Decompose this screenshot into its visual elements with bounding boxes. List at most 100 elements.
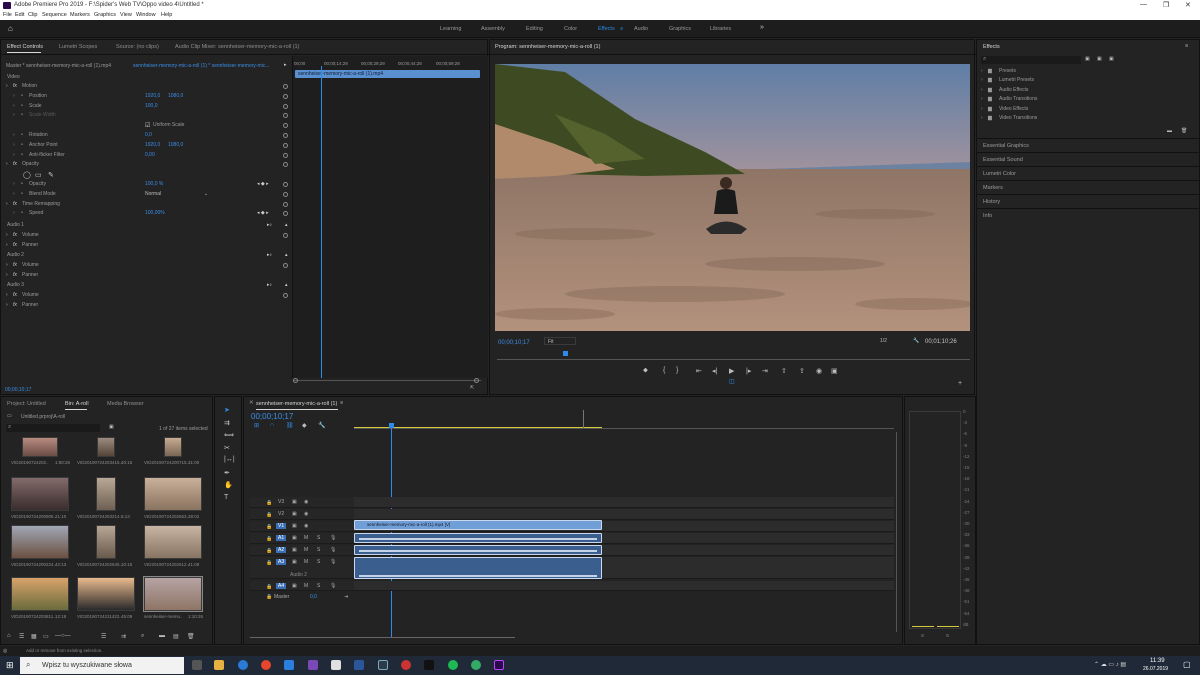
menu-window[interactable]: Window <box>136 12 156 18</box>
effect-controls-playhead[interactable] <box>321 66 322 378</box>
expand-toggle-icon[interactable]: › <box>13 93 15 99</box>
effect-controls-timecode[interactable]: 00;00;10;17 <box>5 387 31 393</box>
collapse-icon[interactable]: ▴ <box>285 222 288 228</box>
program-timecode[interactable]: 00;00;10;17 <box>498 340 530 346</box>
fit-dropdown[interactable]: Fit <box>544 337 576 345</box>
track-select-icon[interactable]: ⇉ <box>224 419 230 427</box>
expand-toggle-icon[interactable]: › <box>13 181 15 187</box>
file-explorer-icon[interactable] <box>214 660 224 670</box>
mark-out-icon[interactable]: } <box>676 367 678 374</box>
track-lane[interactable] <box>354 497 894 508</box>
property-value[interactable]: 100,0 % <box>145 181 163 187</box>
accelerated-effects-icon[interactable]: ▣ <box>1085 56 1090 62</box>
effects-menu-icon[interactable]: ≡ <box>1185 43 1188 49</box>
track-lock-icon[interactable]: 🔒 <box>266 536 272 542</box>
bin-thumbnail[interactable] <box>144 525 202 559</box>
expand-toggle-icon[interactable]: › <box>13 191 15 197</box>
timeline-close-icon[interactable]: ✕ <box>249 400 254 406</box>
tray-icons[interactable]: ⌃ ☁ ▭ ♪ ▤ <box>1094 661 1126 668</box>
property-value[interactable]: 0,00 <box>145 152 155 158</box>
go-to-in-icon[interactable]: ⇤ <box>696 367 702 375</box>
reset-icon[interactable] <box>283 113 288 119</box>
master-lock-icon[interactable]: 🔒 <box>266 594 272 600</box>
reset-icon[interactable] <box>283 233 288 238</box>
delete-icon[interactable]: 🗑 <box>1181 128 1187 134</box>
track-target-a2[interactable]: A2 <box>276 547 287 553</box>
blend-mode-dropdown-icon[interactable]: ⌄ <box>204 191 208 197</box>
stopwatch-icon[interactable]: ◔ <box>20 93 23 99</box>
lightroom-icon[interactable] <box>378 660 388 670</box>
new-bin-icon[interactable]: ▬ <box>159 633 165 639</box>
expand-toggle-icon[interactable]: › <box>13 142 15 148</box>
effect-controls-clip[interactable]: sennheiser-memory-mic-a-roll (1).mp4 <box>295 70 480 78</box>
track-target-v1[interactable]: V1 <box>276 523 287 529</box>
taskbar-search-box[interactable]: ⌕ Wpisz tu wyszukiwane słowa <box>20 657 184 674</box>
bin-thumbnail[interactable] <box>11 525 69 559</box>
uniform-scale-checkbox[interactable]: ☑ <box>145 122 150 129</box>
bin-thumbnail[interactable] <box>143 576 203 612</box>
effects-folder[interactable]: Video Transitions <box>999 115 1037 121</box>
reset-icon[interactable] <box>283 182 288 187</box>
timeline-v-scrollbar[interactable] <box>894 432 899 632</box>
reset-icon[interactable] <box>283 201 288 207</box>
sync-lock-icon[interactable]: ▣ <box>292 535 297 541</box>
reset-icon[interactable] <box>283 263 288 268</box>
bin-thumbnail[interactable] <box>11 477 69 511</box>
sync-lock-icon[interactable]: ▣ <box>292 511 297 517</box>
tab-project[interactable]: Project: Untitled <box>7 401 46 407</box>
new-item-icon[interactable]: ▤ <box>173 633 179 640</box>
solo-button[interactable]: S <box>317 559 320 565</box>
workspace-effects[interactable]: Effects <box>598 26 615 32</box>
yuv-effects-icon[interactable]: ▣ <box>1109 56 1114 62</box>
stopwatch-icon[interactable]: ◔ <box>20 132 23 138</box>
expand-toggle-icon[interactable]: › <box>6 83 8 89</box>
audio-clip-a1[interactable] <box>354 533 602 543</box>
tab-effect-controls[interactable]: Effect Controls <box>7 44 43 50</box>
property-value[interactable]: 100,00% <box>145 210 165 216</box>
expand-toggle-icon[interactable]: › <box>981 106 983 112</box>
track-lock-icon[interactable]: 🔒 <box>266 512 272 518</box>
effects-section-essential-graphics[interactable]: Essential Graphics <box>983 143 1029 149</box>
stopwatch-icon[interactable]: ◔ <box>20 112 23 118</box>
video-clip-v1[interactable]: sennheiser-memory-mic-a-roll (1).mp4 [V] <box>354 520 602 530</box>
fx-badge-icon[interactable]: fx <box>13 242 17 248</box>
workspace-assembly[interactable]: Assembly <box>481 26 505 32</box>
bin-item-name[interactable]: VID20190724202.. <box>11 460 49 465</box>
solo-right-button[interactable]: S <box>946 633 949 638</box>
hand-tool-icon[interactable]: ✋ <box>224 481 233 489</box>
track-target-v3[interactable]: V3 <box>276 499 286 505</box>
track-target-a4[interactable]: A4 <box>276 583 287 589</box>
fx-badge-icon[interactable]: fx <box>13 161 17 167</box>
timeline-menu-icon[interactable]: ≡ <box>340 400 343 406</box>
property-value[interactable]: 100,0 <box>145 103 158 109</box>
voice-over-icon[interactable]: 🎙 <box>330 547 336 553</box>
bin-thumbnail[interactable] <box>96 525 116 559</box>
expand-toggle-icon[interactable]: › <box>981 68 983 74</box>
bin-search-input[interactable]: ⌕ <box>6 424 100 432</box>
expand-toggle-icon[interactable]: › <box>6 302 8 308</box>
task-view-icon[interactable] <box>192 660 202 670</box>
comparison-icon[interactable]: ▣ <box>831 367 838 375</box>
expand-toggle-icon[interactable]: › <box>981 77 983 83</box>
workspace-audio[interactable]: Audio <box>634 26 648 32</box>
program-playhead[interactable] <box>563 351 568 356</box>
expand-toggle-icon[interactable]: › <box>6 201 8 207</box>
lock-icon[interactable]: ⌂ <box>7 633 11 639</box>
davinci-icon[interactable] <box>401 660 411 670</box>
track-lock-icon[interactable]: 🔒 <box>266 500 272 506</box>
list-view-icon[interactable]: ☰ <box>19 633 24 640</box>
expand-toggle-icon[interactable]: › <box>981 115 983 121</box>
menu-help[interactable]: Help <box>161 12 172 18</box>
bin-thumbnail[interactable] <box>96 477 116 511</box>
fx-badge-icon[interactable]: fx <box>13 262 17 268</box>
fx-badge-icon[interactable]: fx <box>13 232 17 238</box>
spotify-icon[interactable] <box>448 660 458 670</box>
chrome-icon[interactable] <box>261 660 271 670</box>
stopwatch-icon[interactable]: ◔ <box>20 181 23 187</box>
play-audio-icon[interactable]: ▸♪ <box>267 282 272 288</box>
effects-section-markers[interactable]: Markers <box>983 185 1003 191</box>
expand-toggle-icon[interactable]: › <box>6 292 8 298</box>
snap-icon[interactable]: ∩ <box>270 422 274 428</box>
bin-item-name[interactable]: VID20190724202612.. <box>144 562 189 567</box>
stopwatch-icon[interactable]: ◔ <box>20 152 23 158</box>
